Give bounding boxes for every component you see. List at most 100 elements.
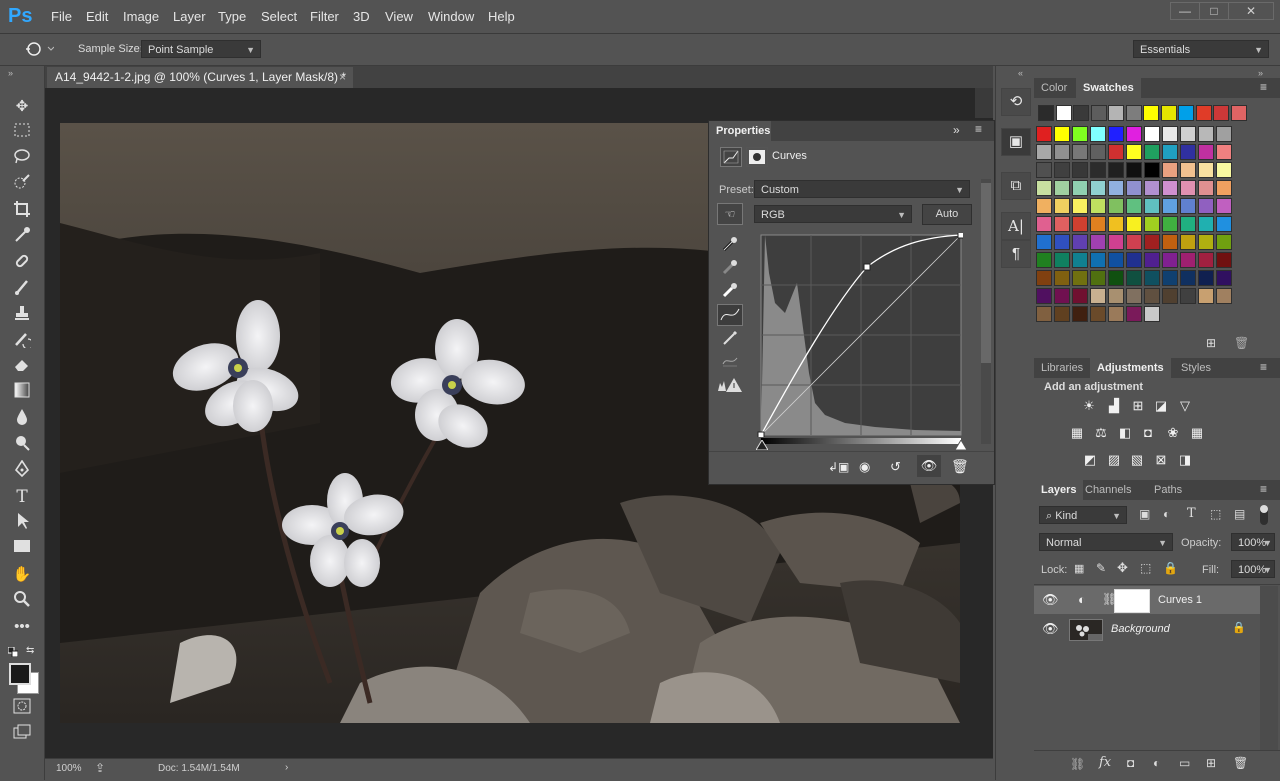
pen-tool-icon[interactable] (10, 459, 34, 482)
panel-menu-icon[interactable]: ≡ (975, 122, 982, 136)
swatch[interactable] (1126, 306, 1142, 322)
crop-tool-icon[interactable] (10, 200, 34, 222)
swatch[interactable] (1090, 270, 1106, 286)
swatch[interactable] (1160, 105, 1177, 121)
tab-color[interactable]: Color (1034, 78, 1074, 98)
menu-file[interactable]: File (51, 9, 72, 24)
menu-layer[interactable]: Layer (173, 9, 206, 24)
layer-row-curves[interactable]: 👁 ◐ ⛓ Curves 1 (1034, 586, 1260, 614)
photo-filter-icon[interactable]: ◘ (1139, 425, 1157, 441)
reset-icon[interactable]: ↺ (890, 459, 901, 475)
swatch[interactable] (1072, 216, 1088, 232)
swatch[interactable] (1108, 162, 1124, 178)
sample-gray-point-icon[interactable] (721, 258, 739, 279)
swatch[interactable] (1126, 216, 1142, 232)
blend-mode-dropdown[interactable]: Normal ▼ (1039, 533, 1173, 551)
swatch[interactable] (1144, 144, 1160, 160)
swatch[interactable] (1036, 306, 1052, 322)
vibrance-icon[interactable]: ▽ (1176, 398, 1194, 414)
fill-input[interactable]: 100% ▼ (1231, 560, 1275, 578)
marquee-tool-icon[interactable] (10, 122, 34, 144)
swatch[interactable] (1108, 216, 1124, 232)
history-panel-icon[interactable]: ⟲ (1001, 88, 1031, 116)
adjustment-icon[interactable] (720, 147, 742, 167)
swatch[interactable] (1108, 126, 1124, 142)
share-icon[interactable]: ⇪ (95, 761, 105, 775)
swatch[interactable] (1180, 270, 1196, 286)
swatch[interactable] (1108, 288, 1124, 304)
lock-artboard-icon[interactable]: ⬚ (1140, 561, 1151, 575)
swatch[interactable] (1054, 252, 1070, 268)
swatch[interactable] (1144, 270, 1160, 286)
swatch[interactable] (1126, 144, 1142, 160)
selective-color-icon[interactable]: ⊠ (1152, 452, 1170, 468)
swatch[interactable] (1090, 234, 1106, 250)
properties-scrollbar[interactable] (981, 179, 991, 444)
swatch[interactable] (1198, 288, 1214, 304)
collapse-panel-icon[interactable]: » (953, 123, 960, 137)
swatch[interactable] (1180, 234, 1196, 250)
swatch[interactable] (1072, 198, 1088, 214)
layer-name[interactable]: Curves 1 (1158, 594, 1202, 606)
swatch[interactable] (1144, 252, 1160, 268)
swatch[interactable] (1054, 270, 1070, 286)
swatch[interactable] (1180, 288, 1196, 304)
swatch[interactable] (1216, 198, 1232, 214)
swatch[interactable] (1144, 216, 1160, 232)
swatch[interactable] (1072, 306, 1088, 322)
filter-pixel-icon[interactable]: ▣ (1139, 507, 1150, 521)
zoom-tool-icon[interactable] (10, 590, 34, 612)
menu-view[interactable]: View (385, 9, 413, 24)
status-menu-arrow[interactable]: › (285, 762, 288, 773)
black-white-icon[interactable]: ◧ (1116, 425, 1134, 441)
swatch[interactable] (1180, 144, 1196, 160)
swatch[interactable] (1036, 144, 1052, 160)
menu-type[interactable]: Type (218, 9, 246, 24)
add-mask-icon[interactable]: ◘ (1127, 756, 1134, 770)
properties-panel-icon[interactable]: ▣ (1001, 128, 1031, 156)
swatch[interactable] (1108, 306, 1124, 322)
filter-toggle[interactable] (1260, 505, 1268, 525)
swatch[interactable] (1108, 144, 1124, 160)
preset-dropdown[interactable]: Custom ▼ (754, 180, 970, 198)
swatch[interactable] (1162, 180, 1178, 196)
swatch[interactable] (1054, 180, 1070, 196)
swatch[interactable] (1213, 105, 1229, 121)
swatch[interactable] (1162, 162, 1178, 178)
swatch[interactable] (1036, 270, 1052, 286)
swatch[interactable] (1180, 252, 1196, 268)
more-tools-icon[interactable]: ••• (10, 616, 34, 638)
menu-filter[interactable]: Filter (310, 9, 339, 24)
lock-position-icon[interactable]: ✥ (1117, 560, 1128, 576)
tab-layers[interactable]: Layers (1034, 480, 1084, 500)
swatch[interactable] (1125, 105, 1142, 121)
draw-curve-icon[interactable] (721, 329, 739, 350)
filter-adjustment-icon[interactable]: ◐ (1163, 507, 1170, 521)
canvas-scrollbar[interactable] (975, 88, 993, 118)
swatch[interactable] (1144, 306, 1160, 322)
swatch[interactable] (1180, 180, 1196, 196)
hue-saturation-icon[interactable]: ▦ (1068, 425, 1086, 441)
delete-swatch-icon[interactable]: 🗑 (1234, 336, 1249, 350)
swatch[interactable] (1198, 252, 1214, 268)
swatch[interactable] (1216, 270, 1232, 286)
gradient-tool-icon[interactable] (10, 382, 34, 404)
swatch[interactable] (1216, 288, 1232, 304)
zoom-level[interactable]: 100% (56, 763, 82, 774)
swatch[interactable] (1162, 216, 1178, 232)
maximize-button[interactable]: □ (1199, 2, 1229, 20)
swatch[interactable] (1108, 270, 1124, 286)
layer-style-icon[interactable]: fx (1099, 755, 1111, 770)
swatch[interactable] (1126, 288, 1142, 304)
smooth-curve-icon[interactable] (721, 352, 739, 373)
swatch[interactable] (1072, 234, 1088, 250)
swatch[interactable] (1090, 144, 1106, 160)
swatch[interactable] (1144, 162, 1160, 178)
swatch[interactable] (1162, 288, 1178, 304)
swatch[interactable] (1055, 105, 1072, 121)
layer-row-background[interactable]: 👁 Background 🔒 (1034, 615, 1260, 643)
gradient-map-icon[interactable]: ◨ (1176, 452, 1194, 468)
paragraph-panel-icon[interactable]: ¶ (1001, 240, 1031, 268)
swatch[interactable] (1144, 288, 1160, 304)
swatch[interactable] (1144, 126, 1160, 142)
